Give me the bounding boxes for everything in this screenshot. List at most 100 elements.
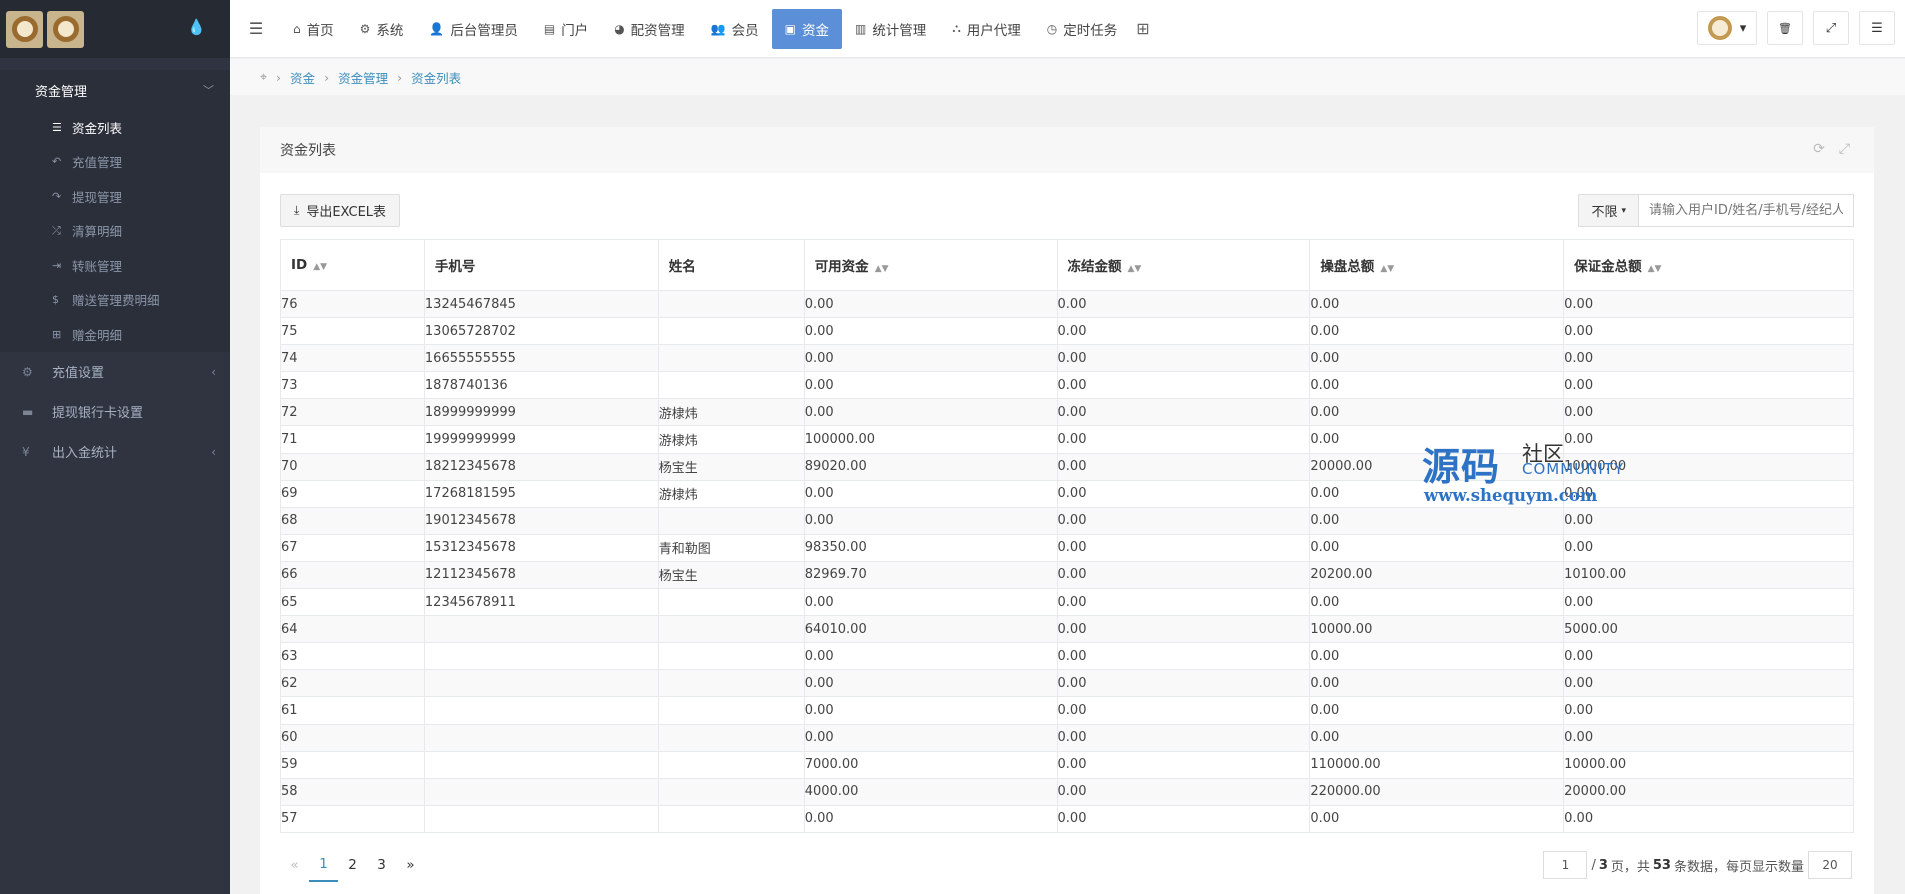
menu-group-funds: 资金管理 ﹀ ☰ 资金列表 ↶ 充值管理 ↷ 提现管理 ⤮ 清算明细 ⇥ 转账管理 $ 赠送管理费明细 ⊞ 赠… <box>0 70 230 352</box>
table-row[interactable]: 59 7000.00 0.00 110000.00 10000.00 <box>280 750 1854 779</box>
column-header[interactable]: ID ▲▼ <box>280 239 425 291</box>
table-row[interactable]: 67 15312345678 青和勒图 98350.00 0.00 0.00 0.00 <box>280 533 1854 562</box>
table-row[interactable]: 73 1878740136 0.00 0.00 0.00 0.00 <box>280 371 1854 400</box>
nav-tab-6[interactable]: ▣ 资金 <box>771 8 842 49</box>
trash-button[interactable]: 🗑 <box>1767 11 1803 45</box>
sort-icon[interactable]: ▲▼ <box>1380 264 1394 274</box>
search-input[interactable] <box>1639 194 1854 227</box>
table-row[interactable]: 61 0.00 0.00 0.00 0.00 <box>280 696 1854 725</box>
nav-tab-7[interactable]: ▥ 统计管理 <box>842 9 939 49</box>
pagination-text-2: 页，共 <box>1610 859 1650 875</box>
sidebar-item-6[interactable]: ⊞ 赠金明细 <box>0 317 230 352</box>
sidebar-item-5[interactable]: $ 赠送管理费明细 <box>0 283 230 318</box>
nav-tab-label: 用户代理 <box>966 22 1021 39</box>
nav-icon: ⛬ <box>952 21 961 35</box>
breadcrumb-item[interactable]: 资金 <box>290 68 315 87</box>
fullscreen-icon[interactable]: ⤢ <box>1839 141 1850 157</box>
table-cell: 66 <box>280 560 425 590</box>
table-row[interactable]: 62 0.00 0.00 0.00 0.00 <box>280 669 1854 698</box>
table-cell: 60 <box>280 723 425 752</box>
table-cell: 19012345678 <box>423 506 659 535</box>
table-cell: 12112345678 <box>423 560 659 590</box>
table-cell: 19999999999 <box>423 425 659 454</box>
table-cell: 10000.00 <box>1309 615 1565 644</box>
sort-icon[interactable]: ▲▼ <box>1128 264 1142 274</box>
table-row[interactable]: 76 13245467845 0.00 0.00 0.00 0.00 <box>280 289 1854 319</box>
nav-tab-5[interactable]: 👥 会员 <box>698 9 772 49</box>
edit-button[interactable]: ⤢ <box>1813 11 1849 45</box>
page-1-button[interactable]: 1 <box>309 848 338 882</box>
table-cell: 57 <box>280 804 425 833</box>
next-page-button[interactable]: » <box>396 848 425 882</box>
nav-tab-2[interactable]: 👤 后台管理员 <box>416 9 530 49</box>
nav-tab-3[interactable]: ▤ 门户 <box>531 9 601 49</box>
breadcrumb-item[interactable]: 资金管理 <box>338 68 388 87</box>
table-row[interactable]: 72 18999999999 游棣炜 0.00 0.00 0.00 0.00 <box>280 398 1854 427</box>
menu-group-funds-header[interactable]: 资金管理 ﹀ <box>0 70 230 110</box>
sidebar-top-item-1[interactable]: ▬ 提现银行卡设置 <box>0 392 230 432</box>
table-cell: 12345678911 <box>423 588 659 617</box>
table-cell: 0.00 <box>1309 371 1565 400</box>
table-row[interactable]: 63 0.00 0.00 0.00 0.00 <box>280 642 1854 671</box>
sort-icon[interactable]: ▲▼ <box>875 264 889 274</box>
column-header-label: 手机号 <box>434 259 476 275</box>
table-cell: 76 <box>280 289 425 319</box>
grid-icon[interactable]: ⊞ <box>1136 19 1149 38</box>
menu-button[interactable]: ☰ <box>1859 11 1895 45</box>
sidebar-item-label: 转账管理 <box>72 258 123 274</box>
table-cell: 62 <box>280 669 425 698</box>
table-row[interactable]: 57 0.00 0.00 0.00 0.00 <box>280 804 1854 833</box>
page-3-button[interactable]: 3 <box>367 848 396 882</box>
table-row[interactable]: 68 19012345678 0.00 0.00 0.00 0.00 <box>280 506 1854 535</box>
table-cell: 18212345678 <box>423 452 659 481</box>
table-cell: 0.00 <box>1563 317 1854 346</box>
export-excel-button[interactable]: ⤓ 导出EXCEL表 <box>280 194 401 227</box>
table-row[interactable]: 65 12345678911 0.00 0.00 0.00 0.00 <box>280 588 1854 617</box>
table-row[interactable]: 75 13065728702 0.00 0.00 0.00 0.00 <box>280 317 1854 346</box>
prev-page-button[interactable]: « <box>280 848 309 882</box>
table-row[interactable]: 58 4000.00 0.00 220000.00 20000.00 <box>280 777 1854 806</box>
table-row[interactable]: 60 0.00 0.00 0.00 0.00 <box>280 723 1854 752</box>
column-header[interactable]: 冻结金额 ▲▼ <box>1056 239 1311 291</box>
sidebar-item-2[interactable]: ↷ 提现管理 <box>0 179 230 214</box>
nav-tab-4[interactable]: ◕ 配资管理 <box>601 9 697 49</box>
column-header[interactable]: 操盘总额 ▲▼ <box>1309 239 1565 291</box>
table-row[interactable]: 64 64010.00 0.00 10000.00 5000.00 <box>280 615 1854 644</box>
page-number-input[interactable]: 1 <box>1543 851 1588 879</box>
sort-icon[interactable]: ▲▼ <box>1648 264 1662 274</box>
nav-tab-8[interactable]: ⛬ 用户代理 <box>939 9 1033 49</box>
table-row[interactable]: 66 12112345678 杨宝生 82969.70 0.00 20200.00 1010… <box>280 560 1854 590</box>
table-cell <box>657 588 805 617</box>
table-row[interactable]: 74 16655555555 0.00 0.00 0.00 0.00 <box>280 344 1854 373</box>
sidebar-item-label: 提现管理 <box>72 189 123 205</box>
nav-tab-9[interactable]: ◷ 定时任务 <box>1034 9 1130 49</box>
table-cell: 75 <box>280 317 425 346</box>
table-cell: 68 <box>280 506 425 535</box>
user-avatar-dropdown[interactable]: ▾ <box>1697 11 1757 45</box>
nav-tab-1[interactable]: ⚙ 系统 <box>347 9 417 49</box>
table-cell <box>657 289 805 319</box>
sidebar-item-3[interactable]: ⤮ 清算明细 <box>0 214 230 249</box>
page-2-button[interactable]: 2 <box>338 848 367 882</box>
sidebar-top-item-2[interactable]: ¥ 出入金统计 ‹ <box>0 432 230 472</box>
sidebar-item-4[interactable]: ⇥ 转账管理 <box>0 248 230 283</box>
sidebar-item-0[interactable]: ☰ 资金列表 <box>0 110 230 145</box>
droplet-icon[interactable]: 💧 <box>187 18 206 36</box>
refresh-icon[interactable]: ⟳ <box>1813 141 1825 157</box>
sidebar-top-item-0[interactable]: ⚙ 充值设置 ‹ <box>0 352 230 392</box>
map-marker-icon: ⌖ <box>260 69 268 84</box>
menu-item-icon: ⚙ <box>22 364 33 379</box>
table-cell: 0.00 <box>1563 344 1854 373</box>
filter-dropdown[interactable]: 不限 ▾ <box>1578 194 1639 227</box>
column-header[interactable]: 保证金总额 ▲▼ <box>1563 239 1854 291</box>
table-cell <box>423 615 659 644</box>
table-cell <box>423 750 659 779</box>
sort-icon[interactable]: ▲▼ <box>313 262 327 272</box>
table-cell: 1878740136 <box>423 371 659 400</box>
column-header[interactable]: 可用资金 ▲▼ <box>803 239 1058 291</box>
breadcrumb-item[interactable]: 资金列表 <box>411 68 461 87</box>
sidebar-item-1[interactable]: ↶ 充值管理 <box>0 145 230 180</box>
hamburger-menu-icon[interactable]: ☰ <box>236 19 276 38</box>
per-page-input[interactable]: 20 <box>1808 851 1852 879</box>
nav-tab-0[interactable]: ⌂ 首页 <box>280 9 347 49</box>
